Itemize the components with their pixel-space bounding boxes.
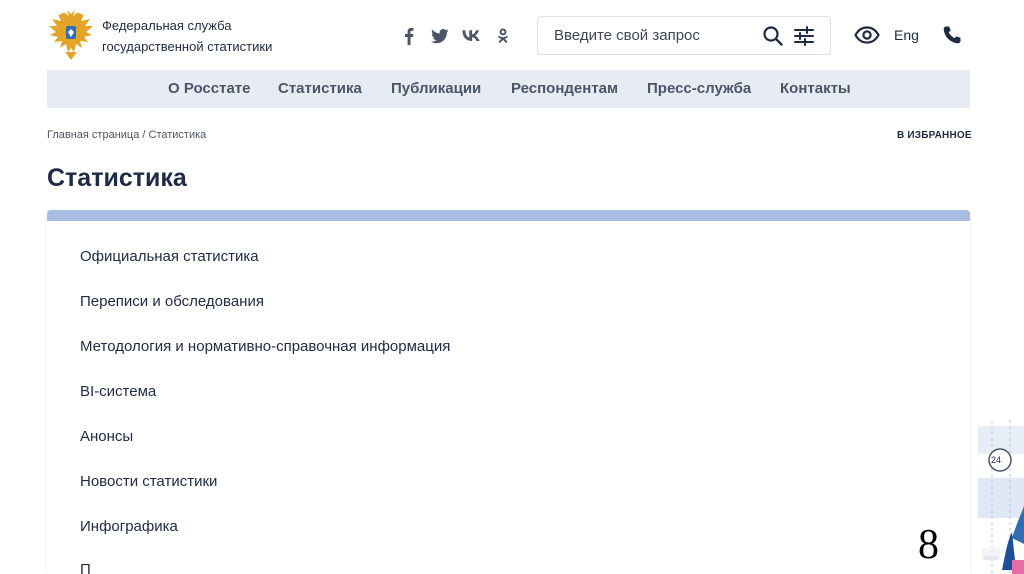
page-title: Статистика bbox=[47, 164, 187, 192]
language-switch[interactable]: Eng bbox=[894, 27, 919, 43]
menu-item-census[interactable]: Переписи и обследования bbox=[80, 293, 264, 310]
panel-accent-bar bbox=[47, 210, 970, 221]
twitter-icon[interactable] bbox=[429, 26, 451, 46]
emblem-logo[interactable] bbox=[46, 8, 96, 62]
nav-item-about[interactable]: О Росстате bbox=[168, 80, 251, 97]
phone-icon[interactable] bbox=[942, 25, 962, 45]
support-24-badge: 24 bbox=[991, 455, 1002, 465]
org-name-line1: Федеральная служба bbox=[102, 18, 232, 33]
menu-item-infographics[interactable]: Инфографика bbox=[80, 518, 178, 535]
statistics-menu-panel: Официальная статистика Переписи и обслед… bbox=[47, 210, 970, 574]
main-nav: О Росстате Статистика Публикации Респонд… bbox=[47, 70, 970, 108]
org-name-line2: государственной статистики bbox=[102, 39, 273, 54]
breadcrumb[interactable]: Главная страница / Статистика bbox=[47, 129, 206, 141]
menu-item-bi-system[interactable]: BI-система bbox=[80, 383, 156, 400]
search-input[interactable] bbox=[538, 17, 758, 54]
nav-item-publications[interactable]: Публикации bbox=[391, 80, 481, 97]
menu-item-news[interactable]: Новости статистики bbox=[80, 473, 217, 490]
search-icon[interactable] bbox=[762, 25, 784, 47]
side-decoration-image bbox=[978, 420, 1024, 574]
menu-item-methodology[interactable]: Методология и нормативно-справочная инфо… bbox=[80, 338, 450, 355]
facebook-icon[interactable] bbox=[398, 26, 420, 46]
slide-number: 8 bbox=[918, 522, 939, 568]
add-to-favorites-button[interactable]: В ИЗБРАННОЕ bbox=[897, 130, 972, 141]
search-box bbox=[537, 16, 831, 55]
org-name: Федеральная служба государственной стати… bbox=[102, 15, 272, 57]
site-header: Федеральная служба государственной стати… bbox=[0, 0, 1024, 70]
odnoklassniki-icon[interactable] bbox=[492, 26, 514, 46]
menu-item-more[interactable]: П bbox=[80, 561, 91, 574]
menu-item-announcements[interactable]: Анонсы bbox=[80, 428, 133, 445]
nav-item-statistics[interactable]: Статистика bbox=[278, 80, 362, 97]
filter-sliders-icon[interactable] bbox=[793, 25, 815, 47]
accessibility-eye-icon[interactable] bbox=[854, 24, 880, 46]
nav-item-respondents[interactable]: Респондентам bbox=[511, 80, 618, 97]
menu-item-official-statistics[interactable]: Официальная статистика bbox=[80, 248, 259, 265]
nav-item-press[interactable]: Пресс-служба bbox=[647, 80, 751, 97]
nav-item-contacts[interactable]: Контакты bbox=[780, 80, 851, 97]
vk-icon[interactable] bbox=[460, 26, 482, 46]
